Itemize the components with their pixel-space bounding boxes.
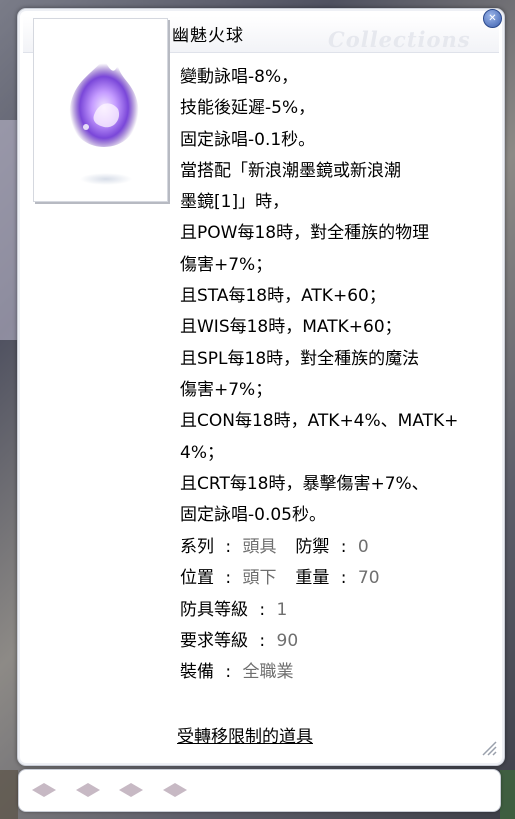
series-label: 系列 [180,537,214,557]
collections-watermark: Collections [328,27,471,52]
weight-value: 70 [357,568,380,589]
series-value: 頭具 [242,537,277,557]
description-line: 技能後延遲-5%， [180,98,316,119]
series-row: 系列 : 頭具 防禦 : 0 [180,532,380,563]
colon: : [225,568,232,589]
required-level-label: 要求等級 [180,630,248,651]
colon: : [259,599,266,620]
location-value: 頭下 [242,568,277,589]
resize-grip-icon[interactable] [479,738,497,756]
required-level-value: 90 [276,630,299,651]
close-icon[interactable]: ✕ [483,9,502,28]
description-line: 且CRT每18時，暴擊傷害+7%、 [180,473,429,494]
description-line: 且WIS每18時，MATK+60； [180,317,402,338]
colon: : [225,537,232,557]
description-line: 且POW每18時，對全種族的物理 [180,223,430,244]
empty-card-slot-icon[interactable] [163,783,187,797]
item-image-frame [33,18,168,202]
defense-value: 0 [357,537,369,557]
equip-label: 裝備 [180,662,214,683]
item-description: 變動詠唱-8%， 技能後延遲-5%， 固定詠唱-0.1秒。 當搭配「新浪潮墨鏡或… [180,62,485,531]
required-level-row: 要求等級 : 90 [180,626,380,657]
item-title: 幽魅火球 [172,26,244,46]
transfer-restriction-link[interactable]: 受轉移限制的道具 [177,722,313,747]
description-line: 傷害+7%； [180,254,273,275]
colon: : [259,630,266,651]
description-line: 墨鏡[1]」時， [180,192,290,213]
armor-level-label: 防具等級 [180,599,248,620]
description-line: 且SPL每18時，對全種族的魔法 [180,348,420,369]
ghost-fireball-icon [69,59,139,185]
description-line: 固定詠唱-0.05秒。 [180,505,326,526]
description-line: 變動詠唱-8%， [180,67,299,87]
description-line: 傷害+7%； [180,379,273,400]
empty-card-slot-icon[interactable] [119,783,143,797]
defense-label: 防禦 [295,537,330,557]
colon: : [340,537,347,557]
weight-label: 重量 [295,568,330,589]
empty-card-slot-icon[interactable] [32,783,56,797]
equip-row: 裝備 : 全職業 [180,657,380,688]
description-line: 且CON每18時，ATK+4%、MATK+ [180,411,459,432]
description-line: 4%； [180,442,224,463]
colon: : [225,662,232,683]
location-row: 位置 : 頭下 重量 : 70 [180,563,380,594]
empty-card-slot-icon[interactable] [76,783,100,797]
description-line: 且STA每18時，ATK+60； [180,286,386,307]
description-line: 當搭配「新浪潮墨鏡或新浪潮 [180,160,401,181]
colon: : [340,568,347,589]
item-properties: 系列 : 頭具 防禦 : 0 位置 : 頭下 重量 : 70 防具等級 : 1 … [180,532,380,688]
location-label: 位置 [180,568,214,589]
equip-value: 全職業 [242,662,294,683]
armor-level-row: 防具等級 : 1 [180,595,380,626]
description-line: 固定詠唱-0.1秒。 [180,129,316,150]
armor-level-value: 1 [276,599,288,620]
